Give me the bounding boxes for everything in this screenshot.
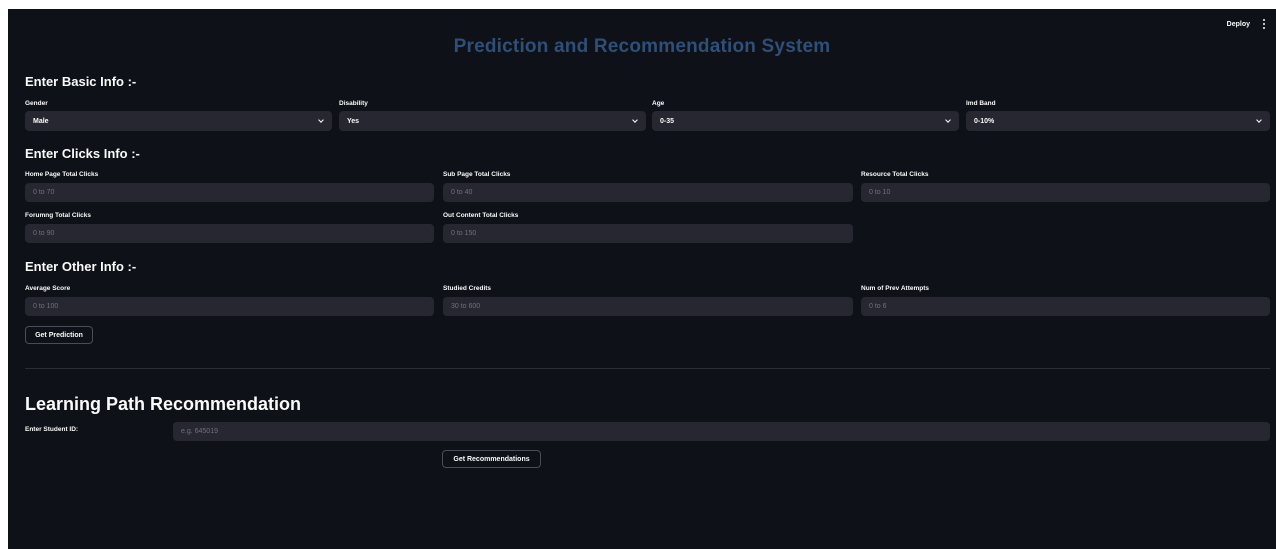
gender-label: Gender — [25, 100, 48, 107]
imd-band-select[interactable]: 0-10% — [966, 111, 1270, 131]
disability-select[interactable]: Yes — [339, 111, 646, 131]
age-value: 0-35 — [660, 117, 675, 125]
forum-clicks-label: Forumng Total Clicks — [25, 212, 91, 219]
chevron-down-icon — [632, 118, 638, 124]
resource-clicks-label: Resource Total Clicks — [861, 171, 929, 178]
age-label: Age — [652, 100, 665, 107]
gender-select[interactable]: Male — [25, 111, 332, 131]
chevron-down-icon — [1256, 118, 1262, 124]
recommendation-heading: Learning Path Recommendation — [25, 394, 302, 414]
imd-band-label: Imd Band — [966, 100, 996, 107]
studied-credits-input[interactable] — [443, 297, 853, 316]
sub-clicks-label: Sub Page Total Clicks — [443, 171, 511, 178]
more-menu-icon[interactable] — [1260, 19, 1268, 29]
disability-label: Disability — [339, 100, 368, 107]
age-select[interactable]: 0-35 — [652, 111, 959, 131]
average-score-input[interactable] — [25, 297, 434, 316]
imd-band-value: 0-10% — [974, 117, 995, 125]
get-prediction-button[interactable]: Get Prediction — [25, 326, 93, 344]
top-toolbar: Deploy — [1227, 19, 1268, 29]
deploy-button[interactable]: Deploy — [1227, 21, 1250, 28]
outcontent-clicks-input[interactable] — [443, 224, 853, 243]
clicks-info-heading: Enter Clicks Info :- — [25, 146, 140, 161]
get-recommendations-button[interactable]: Get Recommendations — [442, 450, 541, 468]
average-score-label: Average Score — [25, 285, 71, 292]
page-title: Prediction and Recommendation System — [453, 36, 831, 57]
chevron-down-icon — [945, 118, 951, 124]
other-info-heading: Enter Other Info :- — [25, 259, 137, 274]
forum-clicks-input[interactable] — [25, 224, 434, 243]
sub-clicks-input[interactable] — [443, 183, 853, 202]
home-clicks-label: Home Page Total Clicks — [25, 171, 99, 178]
outcontent-clicks-label: Out Content Total Clicks — [443, 212, 519, 219]
disability-value: Yes — [347, 117, 360, 125]
prev-attempts-label: Num of Prev Attempts — [861, 285, 930, 292]
section-divider — [25, 368, 1270, 369]
chevron-down-icon — [318, 118, 324, 124]
student-id-input[interactable] — [173, 422, 1270, 441]
student-id-label: Enter Student ID: — [25, 426, 79, 433]
basic-info-heading: Enter Basic Info :- — [25, 74, 137, 89]
home-clicks-input[interactable] — [25, 183, 434, 202]
app-container: Deploy Prediction and Recommendation Sys… — [8, 9, 1276, 549]
studied-credits-label: Studied Credits — [443, 285, 492, 292]
prev-attempts-input[interactable] — [861, 297, 1270, 316]
gender-value: Male — [33, 117, 49, 125]
resource-clicks-input[interactable] — [861, 183, 1270, 202]
